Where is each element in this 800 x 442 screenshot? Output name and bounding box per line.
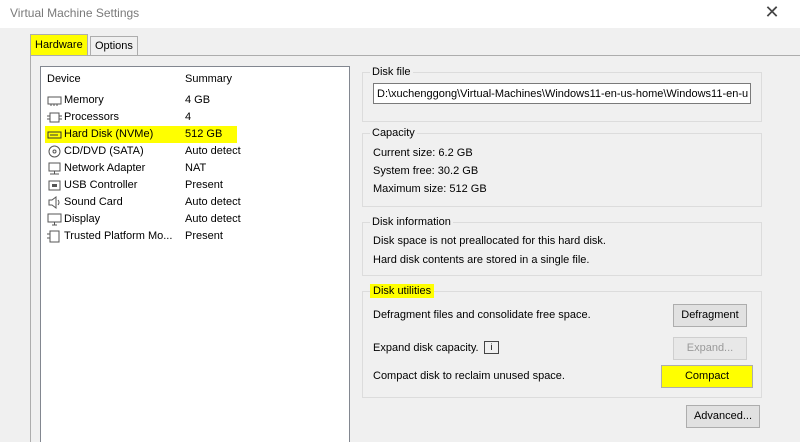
device-row-cd-dvd[interactable]: CD/DVD (SATA) Auto detect [45,143,343,160]
compact-text: Compact disk to reclaim unused space. [373,370,565,382]
info-icon: i [484,341,499,354]
device-name: Trusted Platform Mo... [64,230,173,242]
advanced-button[interactable]: Advanced... [686,405,760,428]
disk-utilities-group: Disk utilities Defragment files and cons… [362,284,762,398]
usb-controller-icon [48,180,61,191]
device-summary: Present [185,179,223,191]
processor-icon [47,112,62,123]
disk-information-label: Disk information [370,216,453,228]
device-row-tpm[interactable]: Trusted Platform Mo... Present [45,228,343,245]
defragment-text: Defragment files and consolidate free sp… [373,309,591,321]
device-name: Memory [64,94,104,106]
close-icon[interactable]: ✕ [762,2,782,22]
device-summary: NAT [185,162,207,174]
device-row-processors[interactable]: Processors 4 [45,109,343,126]
tab-hardware[interactable]: Hardware [30,34,88,56]
device-name: USB Controller [64,179,138,191]
disk-file-group: Disk file D:\xuchenggong\Virtual-Machine… [362,66,762,122]
device-row-network-adapter[interactable]: Network Adapter NAT [45,160,343,177]
compact-button[interactable]: Compact [661,365,753,388]
single-file-text: Hard disk contents are stored in a singl… [373,254,590,266]
cd-dvd-icon [48,145,61,158]
device-summary: Auto detect [185,145,241,157]
display-icon [47,213,62,226]
device-summary: Present [185,230,223,242]
device-row-sound-card[interactable]: Sound Card Auto detect [45,194,343,211]
summary-column-header[interactable]: Summary [185,73,232,85]
tpm-icon [47,230,60,243]
sound-card-icon [48,196,60,209]
capacity-label: Capacity [370,127,417,139]
capacity-group: Capacity Current size: 6.2 GB System fre… [362,127,762,207]
device-row-usb-controller[interactable]: USB Controller Present [45,177,343,194]
memory-icon [47,96,62,106]
device-row-display[interactable]: Display Auto detect [45,211,343,228]
device-name: Display [64,213,101,225]
defragment-button[interactable]: Defragment [673,304,747,327]
window-title: Virtual Machine Settings [10,6,140,20]
system-free-text: System free: 30.2 GB [373,165,479,177]
maximum-size-text: Maximum size: 512 GB [373,183,487,195]
disk-file-label: Disk file [370,66,413,78]
device-row-hard-disk[interactable]: Hard Disk (NVMe) 512 GB [45,126,237,143]
network-adapter-icon [48,162,61,175]
device-list[interactable]: Device Summary Memory 4 GB Processors 4 … [40,66,350,442]
disk-information-group: Disk information Disk space is not preal… [362,216,762,276]
expand-text: Expand disk capacity. [373,342,479,354]
device-name: CD/DVD (SATA) [64,145,144,157]
current-size-text: Current size: 6.2 GB [373,147,473,159]
device-summary: Auto detect [185,213,241,225]
preallocation-text: Disk space is not preallocated for this … [373,235,606,247]
disk-utilities-label: Disk utilities [370,284,435,298]
device-name: Processors [64,111,120,123]
tab-options[interactable]: Options [90,36,138,56]
device-row-memory[interactable]: Memory 4 GB [45,92,343,109]
device-summary: 4 [185,111,192,123]
device-name: Network Adapter [64,162,146,174]
device-name: Sound Card [64,196,123,208]
hard-disk-icon [47,131,62,139]
device-summary: 4 GB [185,94,211,106]
expand-button[interactable]: Expand... [673,337,747,360]
device-name: Hard Disk (NVMe) [64,128,154,140]
disk-file-path-field[interactable]: D:\xuchenggong\Virtual-Machines\Windows1… [373,83,751,104]
device-column-header[interactable]: Device [47,73,81,85]
title-bar: Virtual Machine Settings ✕ [0,0,800,28]
device-summary: 512 GB [185,128,223,140]
device-summary: Auto detect [185,196,241,208]
